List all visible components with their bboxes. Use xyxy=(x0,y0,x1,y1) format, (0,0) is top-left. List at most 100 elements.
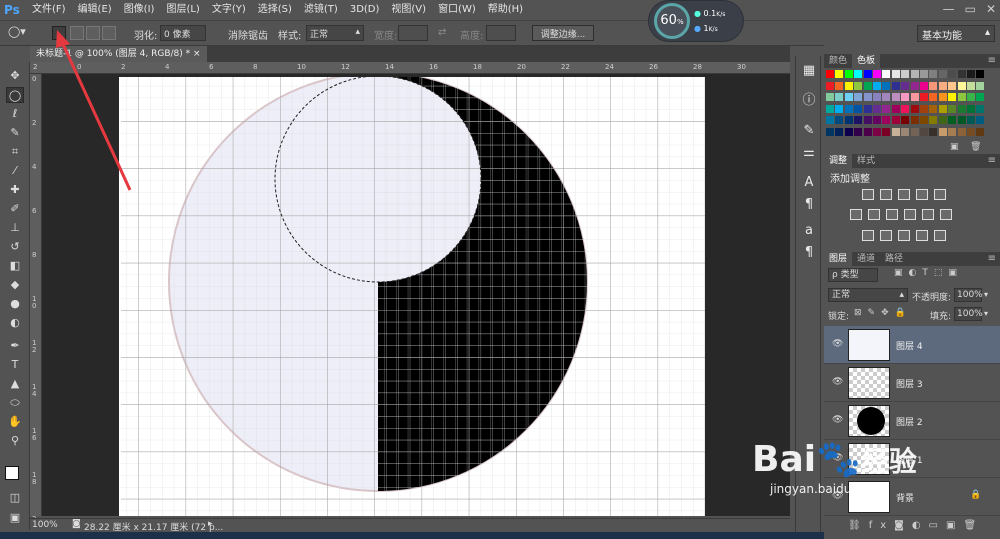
paragraph-panel-icon[interactable]: ¶ xyxy=(800,196,818,214)
minimize-button[interactable]: — xyxy=(943,2,955,16)
color-swatch[interactable] xyxy=(826,81,834,90)
menu-item[interactable]: 编辑(E) xyxy=(72,0,118,20)
visibility-eye-icon[interactable]: 👁 xyxy=(832,377,843,387)
color-swatch[interactable] xyxy=(901,81,910,90)
quick-select-tool-icon[interactable]: ✎ xyxy=(6,125,24,141)
blend-mode-select[interactable]: 正常 ▴ xyxy=(828,288,908,302)
levels-icon[interactable] xyxy=(880,189,892,200)
color-swatch[interactable] xyxy=(920,127,928,136)
color-swatch[interactable] xyxy=(863,81,872,90)
zoom-tool-icon[interactable]: ⚲ xyxy=(6,433,24,449)
refine-edge-button[interactable]: 调整边缘... xyxy=(532,25,594,41)
channel-mixer-icon[interactable] xyxy=(922,209,934,220)
width-input[interactable] xyxy=(398,25,428,41)
color-swatch[interactable] xyxy=(844,81,853,90)
history-panel-icon[interactable]: ▦ xyxy=(800,62,818,80)
color-swatch[interactable] xyxy=(957,104,966,113)
color-swatch[interactable] xyxy=(901,116,910,124)
invert-icon[interactable] xyxy=(862,230,874,241)
color-swatch[interactable] xyxy=(948,127,957,136)
color-swatch[interactable] xyxy=(826,116,834,124)
color-swatch[interactable] xyxy=(967,70,975,78)
color-swatch[interactable] xyxy=(891,104,900,113)
color-swatch[interactable] xyxy=(844,70,853,78)
eraser-tool-icon[interactable]: ◧ xyxy=(6,258,24,274)
character-panel-icon[interactable]: A xyxy=(800,174,818,192)
menu-item[interactable]: 滤镜(T) xyxy=(298,0,344,20)
color-swatch[interactable] xyxy=(835,127,844,136)
color-swatch[interactable] xyxy=(957,116,966,124)
blur-tool-icon[interactable]: ● xyxy=(6,296,24,312)
pen-tool-icon[interactable]: ✒ xyxy=(6,338,24,354)
color-swatch[interactable] xyxy=(873,81,881,90)
color-swatch[interactable] xyxy=(863,127,872,136)
status-info-icon[interactable]: ◙ xyxy=(72,519,81,529)
color-swatch[interactable] xyxy=(901,70,910,78)
panel-menu-icon[interactable]: ≡ xyxy=(988,252,1000,266)
color-swatch[interactable] xyxy=(910,93,919,101)
color-swatch[interactable] xyxy=(976,70,985,78)
color-swatch[interactable] xyxy=(835,81,844,90)
color-swatch[interactable] xyxy=(976,116,985,124)
hand-tool-icon[interactable]: ✋ xyxy=(6,414,24,430)
color-swatch[interactable] xyxy=(910,116,919,124)
swap-icon[interactable]: ⇄ xyxy=(438,27,446,38)
menu-item[interactable]: 窗口(W) xyxy=(432,0,482,20)
color-swatch[interactable] xyxy=(976,93,985,101)
layer-row[interactable]: 👁 图层 3 xyxy=(824,364,1000,402)
panel-tab[interactable]: 图层 xyxy=(824,252,853,266)
ellipse-shape-tool-icon[interactable]: ⬭ xyxy=(6,395,24,411)
color-swatch[interactable] xyxy=(835,93,844,101)
panel-menu-icon[interactable]: ≡ xyxy=(988,54,1000,68)
color-swatch[interactable] xyxy=(882,116,891,124)
color-swatch[interactable] xyxy=(929,104,938,113)
foreground-color-swatch[interactable] xyxy=(5,466,19,480)
opacity-arrow-icon[interactable]: ▾ xyxy=(984,290,988,299)
color-swatch[interactable] xyxy=(976,127,985,136)
lock-icons[interactable]: ⊠✎✥🔒 xyxy=(854,308,912,318)
crop-tool-icon[interactable]: ⌗ xyxy=(6,144,24,160)
color-swatch[interactable] xyxy=(826,93,834,101)
panel-tab[interactable]: 颜色 xyxy=(824,54,852,68)
color-swatch[interactable] xyxy=(873,116,881,124)
color-swatch[interactable] xyxy=(844,104,853,113)
color-swatch[interactable] xyxy=(948,70,957,78)
clone-stamp-tool-icon[interactable]: ⊥ xyxy=(6,220,24,236)
visibility-eye-icon[interactable]: 👁 xyxy=(832,339,843,349)
color-swatch[interactable] xyxy=(835,70,844,78)
panel-tab[interactable]: 通道 xyxy=(852,252,880,266)
color-swatch[interactable] xyxy=(920,104,928,113)
brush-tool-icon[interactable]: ✐ xyxy=(6,201,24,217)
curves-icon[interactable] xyxy=(898,189,910,200)
color-lookup-icon[interactable] xyxy=(940,209,952,220)
photo-filter-icon[interactable] xyxy=(904,209,916,220)
panel-menu-icon[interactable]: ≡ xyxy=(988,154,1000,168)
color-swatch[interactable] xyxy=(901,93,910,101)
color-swatch[interactable] xyxy=(967,81,975,90)
color-swatch[interactable] xyxy=(873,70,881,78)
color-swatch[interactable] xyxy=(948,93,957,101)
visibility-eye-icon[interactable]: 👁 xyxy=(832,415,843,425)
color-swatch[interactable] xyxy=(967,127,975,136)
info-panel-icon[interactable]: ⓘ xyxy=(800,92,818,110)
panel-tab[interactable]: 样式 xyxy=(852,154,880,168)
color-swatch[interactable] xyxy=(938,104,947,113)
document-canvas[interactable] xyxy=(42,74,790,516)
color-swatch[interactable] xyxy=(920,116,928,124)
color-swatch[interactable] xyxy=(920,93,928,101)
posterize-icon[interactable] xyxy=(880,230,892,241)
color-swatch[interactable] xyxy=(938,70,947,78)
color-swatch[interactable] xyxy=(929,127,938,136)
threshold-icon[interactable] xyxy=(898,230,910,241)
color-swatch[interactable] xyxy=(929,116,938,124)
lasso-tool-icon[interactable]: ℓ xyxy=(6,106,24,122)
color-swatch[interactable] xyxy=(957,70,966,78)
color-swatch[interactable] xyxy=(826,127,834,136)
menu-item[interactable]: 视图(V) xyxy=(385,0,432,20)
color-swatch[interactable] xyxy=(938,81,947,90)
status-menu-arrow-icon[interactable]: ▸ xyxy=(208,519,213,529)
color-swatch[interactable] xyxy=(957,81,966,90)
eyedropper-tool-icon[interactable]: ⁄ xyxy=(6,163,24,179)
workspace-select[interactable]: 基本功能 ▴ xyxy=(917,25,995,42)
color-swatch[interactable] xyxy=(938,93,947,101)
